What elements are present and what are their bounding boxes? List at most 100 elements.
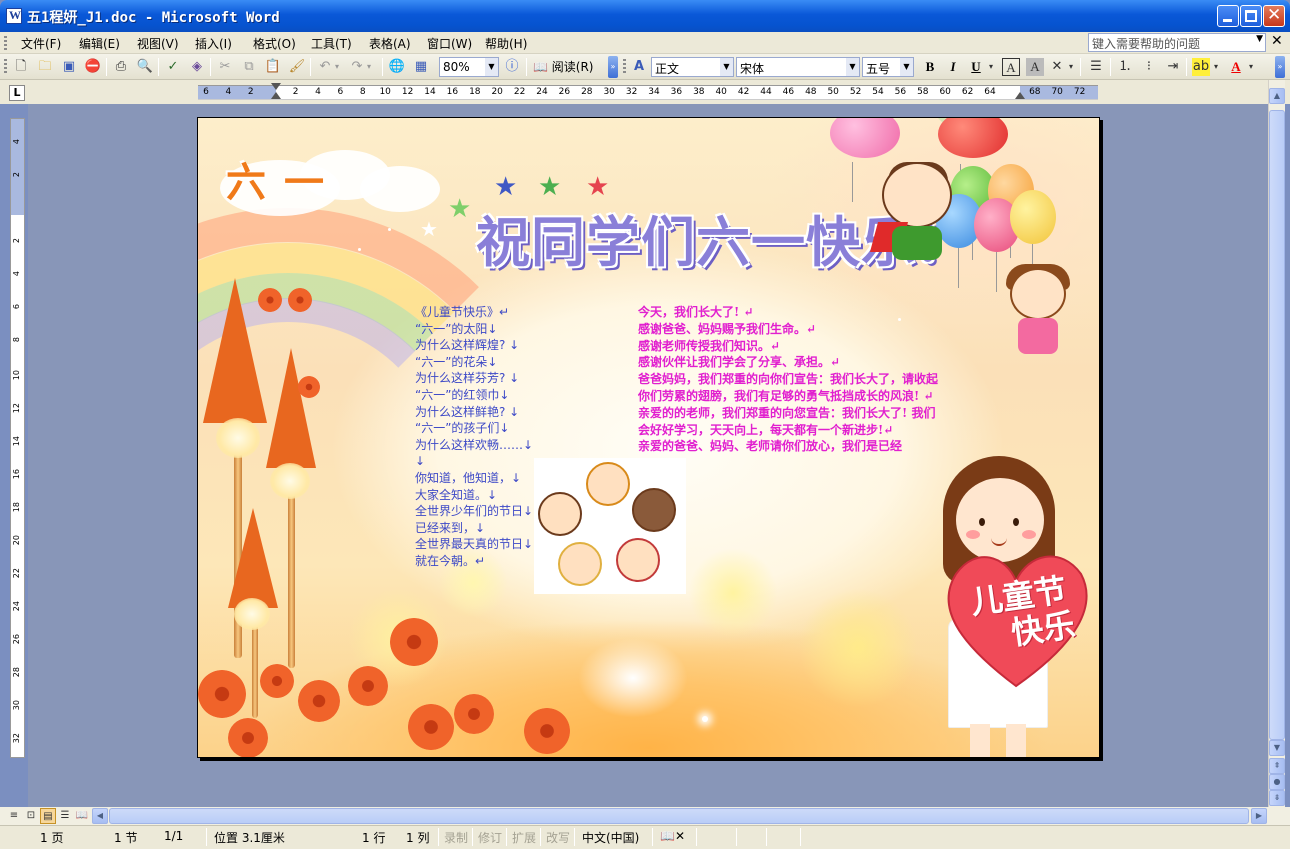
style-select[interactable]: 正文 ▼ xyxy=(651,57,734,77)
font-select[interactable]: 宋体 ▼ xyxy=(736,57,860,77)
poem-text-block[interactable]: 《儿童节快乐》↵ “六一”的太阳↓ 为什么这样辉煌? ↓ “六一”的花朵↓ 为什么这样芬… xyxy=(415,304,550,570)
outline-view-icon[interactable]: ☰ xyxy=(57,808,73,824)
toolbar-options-icon[interactable]: » xyxy=(608,56,618,78)
close-button[interactable]: ✕ xyxy=(1263,5,1285,27)
scroll-left-icon[interactable]: ◀ xyxy=(92,808,108,824)
permission-icon[interactable]: ⛔ xyxy=(84,58,102,76)
next-page-icon[interactable]: ⇟ xyxy=(1269,790,1285,806)
status-page-of[interactable]: 1/1 xyxy=(164,829,183,843)
chevron-down-icon[interactable]: ▼ xyxy=(720,58,733,76)
numbered-list-icon[interactable]: ⒈ xyxy=(1116,58,1134,76)
menu-table[interactable]: 表格(A) xyxy=(369,35,411,52)
font-color-dropdown-icon[interactable]: ▾ xyxy=(1246,58,1256,76)
scroll-down-icon[interactable]: ▼ xyxy=(1269,740,1285,756)
char-scaling-icon[interactable]: ✕ xyxy=(1048,58,1066,76)
indent-icon[interactable]: ⇥ xyxy=(1164,58,1182,76)
chevron-down-icon[interactable]: ▼ xyxy=(846,58,859,76)
zoom-select[interactable]: 80% ▼ xyxy=(439,57,499,77)
right-indent-marker[interactable] xyxy=(1015,92,1025,99)
status-track-changes[interactable]: 修订 xyxy=(478,829,502,846)
print-icon[interactable]: ⎙ xyxy=(112,58,130,76)
status-line[interactable]: 1 行 xyxy=(362,829,385,846)
scroll-up-icon[interactable]: ▲ xyxy=(1269,88,1285,104)
italic-button[interactable]: I xyxy=(943,58,963,76)
chevron-down-icon[interactable]: ▼ xyxy=(900,58,913,76)
scroll-right-icon[interactable]: ▶ xyxy=(1251,808,1267,824)
redo-dropdown-icon[interactable]: ▾ xyxy=(364,58,374,76)
status-record-macro[interactable]: 录制 xyxy=(444,829,468,846)
bullet-list-icon[interactable]: ⁝ xyxy=(1140,58,1158,76)
table-icon[interactable]: ▦ xyxy=(412,58,430,76)
menu-edit[interactable]: 编辑(E) xyxy=(79,35,120,52)
toolbar-grip[interactable] xyxy=(623,59,626,75)
chevron-down-icon[interactable]: ▼ xyxy=(485,58,498,76)
previous-page-icon[interactable]: ⇞ xyxy=(1269,758,1285,774)
underline-button[interactable]: U xyxy=(966,58,986,76)
toolbar-grip[interactable] xyxy=(4,59,7,75)
font-size-select[interactable]: 五号 ▼ xyxy=(862,57,914,77)
save-icon[interactable]: ▣ xyxy=(60,58,78,76)
char-shading-icon[interactable]: A xyxy=(1026,58,1044,76)
reading-layout-view-icon[interactable]: 📖 xyxy=(74,808,90,824)
paste-icon[interactable]: 📋 xyxy=(264,58,282,76)
status-position[interactable]: 位置 3.1厘米 xyxy=(214,829,285,846)
message-text-block[interactable]: 今天，我们长大了! ↵ 感谢爸爸、妈妈赐予我们生命。↵ 感谢老师传授我们知识。↵ 感谢… xyxy=(638,304,938,455)
maximize-button[interactable] xyxy=(1240,5,1262,27)
status-language[interactable]: 中文(中国) xyxy=(582,829,639,846)
spelling-icon[interactable]: ✓ xyxy=(164,58,182,76)
undo-dropdown-icon[interactable]: ▾ xyxy=(332,58,342,76)
toolbar-options-icon[interactable]: » xyxy=(1275,56,1285,78)
underline-dropdown-icon[interactable]: ▾ xyxy=(986,58,996,76)
print-preview-icon[interactable]: 🔍 xyxy=(136,58,154,76)
select-browse-object-icon[interactable]: ● xyxy=(1269,774,1285,790)
new-document-icon[interactable]: 🗋 xyxy=(12,58,30,76)
vertical-ruler[interactable]: 4 2 2 4 6 8 10 12 14 16 18 20 22 24 26 28 30 32 xyxy=(10,118,25,758)
print-layout-view-icon[interactable]: ▤ xyxy=(40,808,56,824)
font-color-icon[interactable]: A xyxy=(1227,58,1245,76)
highlight-dropdown-icon[interactable]: ▾ xyxy=(1211,58,1221,76)
vertical-scrollbar[interactable]: ▲ ▼ ⇞ ● ⇟ xyxy=(1268,80,1285,807)
first-line-indent-marker[interactable] xyxy=(271,83,281,90)
hanging-indent-marker[interactable] xyxy=(271,92,281,99)
web-layout-view-icon[interactable]: ⊡ xyxy=(23,808,39,824)
scaling-dropdown-icon[interactable]: ▾ xyxy=(1066,58,1076,76)
status-page[interactable]: 1 页 xyxy=(40,829,63,846)
close-document-icon[interactable]: ✕ xyxy=(1271,33,1283,49)
vertical-scroll-thumb[interactable] xyxy=(1269,110,1285,740)
document-page[interactable]: 六一 ★ ★ ★ ★ ★ 祝同学们六一快乐! 《儿童节快乐》↵ “六一”的太阳↓ 为… xyxy=(197,117,1100,758)
styles-pane-icon[interactable]: A xyxy=(630,58,648,76)
help-icon[interactable]: ⓘ xyxy=(503,58,521,76)
menu-format[interactable]: 格式(O) xyxy=(253,35,296,52)
minimize-button[interactable] xyxy=(1217,5,1239,27)
menu-file[interactable]: 文件(F) xyxy=(21,35,61,52)
read-mode-button[interactable]: 📖 阅读(R) xyxy=(533,58,593,76)
help-search-input[interactable]: 键入需要帮助的问题 ▼ xyxy=(1088,33,1266,52)
open-folder-icon[interactable]: 🗀 xyxy=(36,58,54,76)
horizontal-scroll-thumb[interactable] xyxy=(109,808,1249,824)
menu-tools[interactable]: 工具(T) xyxy=(311,35,352,52)
word-app-icon[interactable] xyxy=(6,8,22,24)
cut-icon[interactable]: ✂ xyxy=(216,58,234,76)
menu-view[interactable]: 视图(V) xyxy=(137,35,179,52)
copy-icon[interactable]: ⧉ xyxy=(240,58,258,76)
char-border-icon[interactable]: A xyxy=(1002,58,1020,76)
tab-stop-selector[interactable]: L xyxy=(9,85,25,101)
menu-window[interactable]: 窗口(W) xyxy=(427,35,472,52)
status-section[interactable]: 1 节 xyxy=(114,829,137,846)
chevron-down-icon[interactable]: ▼ xyxy=(1256,34,1263,44)
hyperlink-icon[interactable]: 🌐 xyxy=(388,58,406,76)
bold-button[interactable]: B xyxy=(920,58,940,76)
horizontal-ruler[interactable]: 6 4 2 2 4 6 8 10 12 14 16 18 20 22 24 26 28 30 32 34 36 38 40 4… xyxy=(198,83,1098,100)
horizontal-scrollbar[interactable]: ◀ ▶ xyxy=(92,808,1267,824)
align-justify-icon[interactable]: ☰ xyxy=(1087,58,1105,76)
menubar-grip[interactable] xyxy=(4,36,7,50)
highlight-icon[interactable]: ab xyxy=(1192,58,1210,76)
menu-insert[interactable]: 插入(I) xyxy=(195,35,232,52)
spelling-status-icon[interactable]: 📖✕ xyxy=(660,829,685,843)
menu-help[interactable]: 帮助(H) xyxy=(485,35,527,52)
status-column[interactable]: 1 列 xyxy=(406,829,429,846)
status-overtype[interactable]: 改写 xyxy=(546,829,570,846)
research-icon[interactable]: ◈ xyxy=(188,58,206,76)
normal-view-icon[interactable]: ≡ xyxy=(6,808,22,824)
format-painter-icon[interactable]: 🖌 xyxy=(288,58,306,76)
